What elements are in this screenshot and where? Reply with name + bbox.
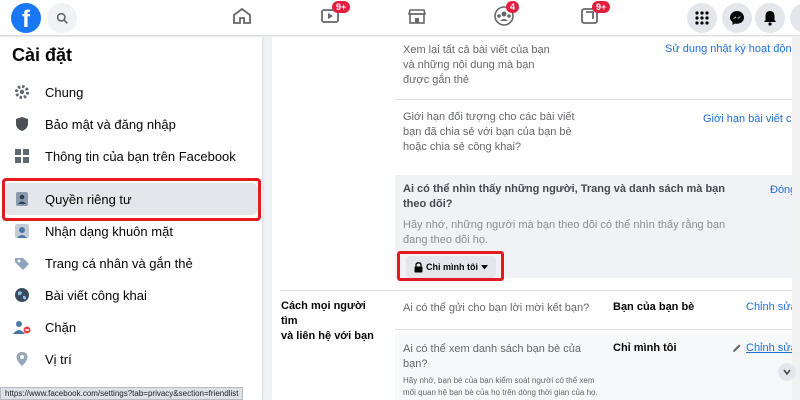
settings-sidebar: Cài đặt Chung Bảo mật và đăng nhập Thông… [0, 37, 262, 400]
nav-marketplace[interactable] [402, 3, 432, 29]
search-button[interactable] [47, 3, 77, 33]
divider [395, 99, 800, 100]
menu-button[interactable] [687, 3, 717, 33]
section-title-find-contact: Cách mọi người tìm và liên hệ với bạn [281, 299, 381, 344]
sidebar-item-general[interactable]: Chung [4, 76, 258, 108]
scrollbar[interactable] [792, 37, 800, 400]
sidebar-item-label: Trang cá nhân và gắn thẻ [45, 255, 193, 271]
pencil-icon [733, 344, 741, 352]
gear-icon [13, 83, 31, 101]
sidebar-item-public-posts[interactable]: Bài viết công khai [4, 279, 258, 311]
text-line: Xem lại tất cả bài viết của bạn [403, 44, 550, 56]
location-icon [13, 350, 31, 368]
sidebar-item-your-info[interactable]: Thông tin của bạn trên Facebook [4, 140, 258, 172]
text-line: bạn? [403, 358, 428, 370]
highlight-box-audience [397, 251, 504, 281]
text-line: Ai có thể nhìn thấy những người, Trang v… [403, 183, 726, 195]
face-icon [13, 222, 31, 240]
grid-menu-icon [695, 11, 709, 25]
friends-list-hint: Hãy nhớ, bạn bè của bạn kiểm soát người … [403, 375, 598, 399]
following-visibility-hint: Hãy nhớ, những người mà bạn theo dõi có … [403, 218, 725, 248]
limit-past-posts-link[interactable]: Giới hạn bài viết cũ [703, 113, 798, 125]
facebook-logo-icon[interactable]: f [11, 3, 41, 33]
sidebar-item-profile-tagging[interactable]: Trang cá nhân và gắn thẻ [4, 247, 258, 279]
sidebar-item-face-recognition[interactable]: Nhận dạng khuôn mặt [4, 215, 258, 247]
chevron-down-icon [783, 369, 791, 375]
friend-request-edit-link[interactable]: Chỉnh sửa [746, 301, 797, 313]
text-line: hoặc chia sẻ công khai? [403, 141, 522, 153]
bell-icon [764, 11, 776, 26]
limit-past-posts-description: Giới hạn đối tượng cho các bài viết bạn … [403, 110, 575, 155]
privacy-settings-card: Xem lại tất cả bài viết của bạn và những… [272, 37, 800, 400]
sidebar-item-label: Chặn [45, 319, 77, 335]
nav-watch[interactable]: 9+ [315, 1, 351, 29]
logo-letter: f [22, 6, 30, 33]
text-line: Ai có thể xem danh sách bạn bè của [403, 343, 581, 355]
text-line: bạn đã chia sẻ với bạn của bạn bè [403, 126, 572, 138]
top-navigation-bar: f 9+ 4 9+ [0, 0, 800, 36]
sidebar-title: Cài đặt [12, 45, 73, 65]
divider [395, 329, 800, 330]
grid-icon [13, 147, 31, 165]
sidebar-item-security[interactable]: Bảo mật và đăng nhập [4, 108, 258, 140]
groups-badge: 4 [506, 1, 520, 13]
sidebar-item-label: Bảo mật và đăng nhập [45, 116, 176, 132]
home-icon [233, 7, 251, 24]
friends-list-question: Ai có thể xem danh sách bạn bè của bạn? [403, 342, 581, 372]
following-visibility-question: Ai có thể nhìn thấy những người, Trang v… [403, 182, 725, 212]
nav-gaming[interactable]: 9+ [575, 1, 611, 29]
friends-list-edit-link[interactable]: Chỉnh sửa [746, 342, 797, 354]
activity-log-description: Xem lại tất cả bài viết của bạn và những… [403, 43, 550, 88]
friends-list-value: Chỉ mình tôi [613, 342, 677, 354]
text-line: và những nội dung mà bạn [403, 59, 535, 71]
text-line: Hãy nhớ, bạn bè của bạn kiểm soát người … [403, 376, 595, 385]
tag-icon [13, 254, 31, 272]
settings-main: Xem lại tất cả bài viết của bạn và những… [262, 37, 800, 400]
nav-home[interactable] [227, 3, 257, 29]
nav-groups[interactable]: 4 [489, 1, 520, 29]
account-button[interactable] [790, 3, 800, 33]
sidebar-item-label: Thông tin của bạn trên Facebook [45, 148, 236, 164]
text-line: đang theo dõi họ. [403, 234, 489, 246]
watch-badge: 9+ [332, 1, 351, 13]
shield-icon [13, 115, 31, 133]
sidebar-item-location[interactable]: Vị trí [4, 343, 258, 375]
sidebar-item-label: Nhận dạng khuôn mặt [45, 223, 173, 239]
browser-status-url: https://www.facebook.com/settings?tab=pr… [0, 387, 244, 400]
friend-request-question: Ai có thể gửi cho bạn lời mời kết bạn? [403, 302, 590, 314]
sidebar-item-label: Bài viết công khai [45, 287, 147, 303]
sidebar-item-label: Chung [45, 84, 84, 100]
friend-request-value: Bạn của bạn bè [613, 301, 695, 313]
text-line: được gắn thẻ [403, 74, 469, 86]
search-icon [56, 12, 68, 24]
globe-icon [13, 286, 31, 304]
gaming-badge: 9+ [592, 1, 611, 13]
block-user-icon [13, 318, 31, 336]
store-icon [407, 9, 427, 24]
scroll-down-button[interactable] [778, 363, 796, 381]
section-divider [280, 290, 800, 291]
text-line: Giới hạn đối tượng cho các bài viết [403, 111, 575, 123]
activity-log-link[interactable]: Sử dụng nhật ký hoạt động [665, 43, 798, 55]
text-line: theo dõi? [403, 198, 453, 210]
messenger-button[interactable] [722, 3, 752, 33]
notifications-button[interactable] [755, 3, 785, 33]
sidebar-item-label: Vị trí [45, 351, 72, 367]
text-line: và liên hệ với bạn [281, 330, 374, 342]
text-line: mối quan hệ bạn bè của họ trên dòng thời… [403, 388, 598, 397]
sidebar-item-blocking[interactable]: Chặn [4, 311, 258, 343]
text-line: Cách mọi người tìm [281, 300, 366, 327]
text-line: Hãy nhớ, những người mà bạn theo dõi có … [403, 219, 726, 231]
messenger-icon [730, 11, 744, 25]
